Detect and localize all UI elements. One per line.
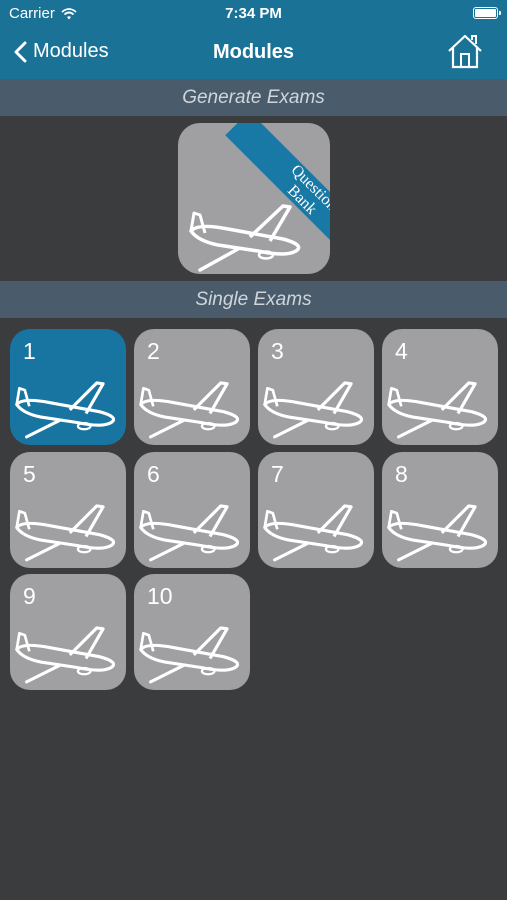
exam-number: 1 [23,338,36,364]
back-label: Modules [33,40,109,62]
airplane-icon [387,381,488,439]
airplane-icon [15,626,116,684]
exam-number: 9 [23,583,36,609]
exam-tile-1[interactable]: 1 [10,329,126,445]
exam-tile-2[interactable]: 2 [134,329,250,445]
exam-tile-7[interactable]: 7 [258,452,374,568]
exam-tile-6[interactable]: 6 [134,452,250,568]
exam-tile-8[interactable]: 8 [382,452,498,568]
exam-number: 8 [395,461,408,487]
airplane-icon [387,504,488,562]
exam-number: 7 [271,461,284,487]
airplane-icon [189,204,301,272]
exam-number: 6 [147,461,160,487]
home-icon[interactable] [445,31,485,71]
back-button[interactable]: Modules [14,40,109,63]
back-chevron-icon [14,41,27,62]
section-header-single-exams: Single Exams [0,281,507,318]
exam-tile-9[interactable]: 9 [10,574,126,690]
airplane-icon [263,381,364,439]
airplane-icon [139,504,240,562]
status-time: 7:34 PM [225,5,282,22]
airplane-icon [15,504,116,562]
exam-number: 4 [395,338,408,364]
exam-tile-3[interactable]: 3 [258,329,374,445]
airplane-icon [139,381,240,439]
airplane-icon [15,381,116,439]
exam-tile-10[interactable]: 10 [134,574,250,690]
navigation-bar: Modules Modules [0,28,507,79]
airplane-icon [139,626,240,684]
battery-icon [473,7,501,19]
exam-number: 2 [147,338,160,364]
status-bar: Carrier 7:34 PM [0,0,507,28]
exam-number: 5 [23,461,36,487]
question-bank-tile[interactable]: Question Bank [178,123,330,274]
top-bar: Carrier 7:34 PM Modules Modules [0,0,507,79]
exam-tile-4[interactable]: 4 [382,329,498,445]
section-header-generate-exams: Generate Exams [0,79,507,116]
exam-number: 10 [147,583,173,609]
exam-number: 3 [271,338,284,364]
airplane-icon [263,504,364,562]
exam-tile-5[interactable]: 5 [10,452,126,568]
